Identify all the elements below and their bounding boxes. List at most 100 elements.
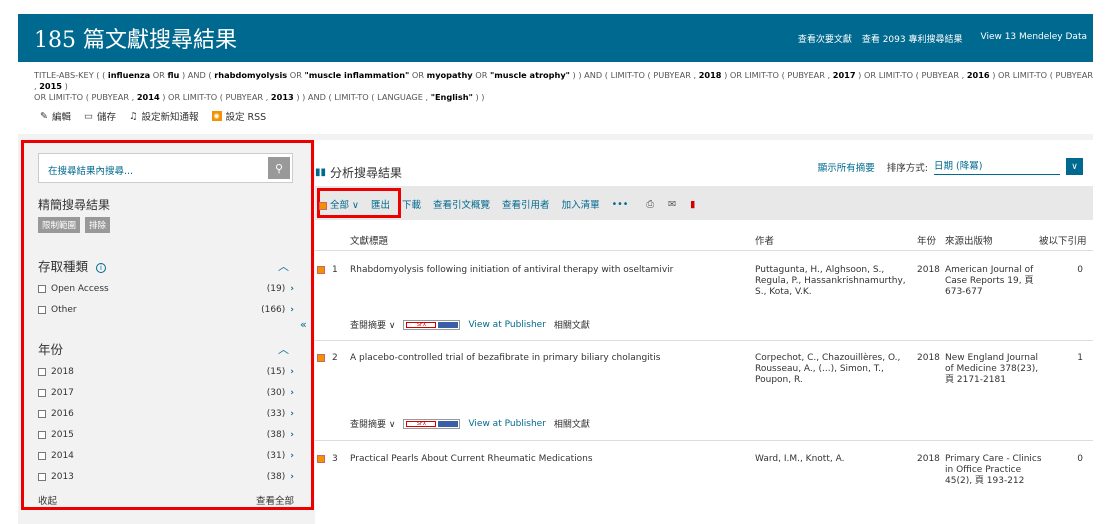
results-panel: ▮▮ 分析搜尋結果 顯示所有摘要 排序方式: 日期 (降冪) ∨ 全部 ∨ 匯出 … <box>315 140 1093 524</box>
result-source[interactable]: New England Journal of Medicine 378(23),… <box>945 353 1045 386</box>
year-heading[interactable]: 年份 <box>38 339 63 358</box>
download-button[interactable]: 下載 <box>402 197 421 211</box>
checkbox[interactable] <box>38 284 46 293</box>
checkbox[interactable] <box>38 451 46 460</box>
checkbox[interactable] <box>317 266 325 274</box>
refine-sidebar: 在搜尋結果內搜尋... ⚲ 精簡搜尋結果 限制範圍 排除 存取種類 i ︿ Ope… <box>21 140 314 510</box>
facet-year-2017[interactable]: 2017 (30) › <box>38 388 294 398</box>
checkbox[interactable] <box>38 409 46 418</box>
checkbox-icon <box>319 201 327 210</box>
chevron-up-icon[interactable]: ︿ <box>278 341 289 357</box>
save-search-button[interactable]: ▭ 儲存 <box>84 109 116 124</box>
facet-year-2018[interactable]: 2018 (15) › <box>38 367 294 377</box>
result-authors[interactable]: Corpechot, C., Chazouillères, O., Rousse… <box>755 353 915 386</box>
chevron-right-icon[interactable]: › <box>290 430 294 440</box>
chevron-right-icon[interactable]: › <box>290 472 294 482</box>
patent-results-link[interactable]: 查看 2093 專利搜尋結果 <box>862 32 963 45</box>
checkbox[interactable] <box>38 472 46 481</box>
export-button[interactable]: 匯出 <box>371 197 390 211</box>
print-icon[interactable]: ⎙ <box>646 199 654 210</box>
select-all-dropdown[interactable]: 全部 ∨ <box>319 197 359 211</box>
search-query-string: TITLE-ABS-KEY ( ( influenza OR flu ) AND… <box>34 70 1094 103</box>
chevron-right-icon[interactable]: › <box>290 451 294 461</box>
query-fragment: 2014 <box>136 92 160 102</box>
checkbox[interactable] <box>38 367 46 376</box>
facet-year-2016[interactable]: 2016 (33) › <box>38 409 294 419</box>
view-abstract-link[interactable]: 查閱摘要 ∨ <box>350 318 395 331</box>
search-actions: ✎ 編輯 ▭ 儲存 ♫ 設定新知通報 ◉ 設定 RSS <box>40 109 266 124</box>
more-options-button[interactable]: ••• <box>612 199 629 210</box>
facet-other[interactable]: Other (166) › <box>38 305 294 315</box>
secondary-docs-link[interactable]: 查看次要文獻 <box>798 32 852 45</box>
facet-year-2015[interactable]: 2015 (38) › <box>38 430 294 440</box>
show-all-abstracts-link[interactable]: 顯示所有摘要 <box>818 160 875 174</box>
sfx-button[interactable]: SFX <box>403 319 461 330</box>
view-at-publisher-link[interactable]: View at Publisher <box>468 419 545 429</box>
cited-by-button[interactable]: 查看引用者 <box>502 197 550 211</box>
search-within-placeholder: 在搜尋結果內搜尋... <box>48 166 134 177</box>
collapse-link[interactable]: 收起 <box>38 493 57 507</box>
mendeley-data-link[interactable]: View 13 Mendeley Data <box>980 32 1087 45</box>
divider <box>315 250 1093 251</box>
info-icon[interactable]: i <box>96 262 107 273</box>
result-authors[interactable]: Ward, I.M., Knott, A. <box>755 454 915 465</box>
facet-year-2013[interactable]: 2013 (38) › <box>38 472 294 482</box>
result-cited: 1 <box>1077 353 1083 363</box>
result-cited: 0 <box>1077 265 1083 275</box>
col-authors[interactable]: 作者 <box>755 233 774 247</box>
chevron-right-icon[interactable]: › <box>290 409 294 419</box>
result-authors[interactable]: Puttagunta, H., Alghsoon, S., Regula, P.… <box>755 265 915 298</box>
facet-open-access[interactable]: Open Access (19) › <box>38 284 294 294</box>
query-fragment: "English" <box>430 92 473 102</box>
query-fragment: ) ) <box>472 92 485 102</box>
sort-select[interactable]: 日期 (降冪) <box>934 158 1060 175</box>
chevron-down-icon[interactable]: ∨ <box>1066 158 1083 175</box>
checkbox[interactable] <box>38 305 46 314</box>
query-fragment: flu <box>167 70 180 80</box>
related-docs-link[interactable]: 相關文獻 <box>554 417 590 430</box>
result-source[interactable]: American Journal of Case Reports 19, 頁 6… <box>945 265 1045 298</box>
refine-buttons: 限制範圍 排除 <box>38 217 111 233</box>
analyze-results-link[interactable]: ▮▮ 分析搜尋結果 <box>315 164 402 181</box>
pdf-icon[interactable]: ▮ <box>690 199 695 210</box>
col-source[interactable]: 來源出版物 <box>945 233 993 247</box>
search-within-input[interactable]: 在搜尋結果內搜尋... ⚲ <box>38 153 293 183</box>
chevron-right-icon[interactable]: › <box>290 305 294 315</box>
sfx-button[interactable]: SFX <box>403 418 461 429</box>
checkbox[interactable] <box>317 455 325 463</box>
view-all-link[interactable]: 查看全部 <box>256 493 294 507</box>
citation-overview-button[interactable]: 查看引文概覽 <box>433 197 490 211</box>
limit-to-button[interactable]: 限制範圍 <box>38 217 81 233</box>
result-title[interactable]: Practical Pearls About Current Rheumatic… <box>350 454 593 464</box>
checkbox[interactable] <box>38 388 46 397</box>
query-fragment: ) ) AND ( LIMIT-TO ( LANGUAGE , <box>293 92 431 102</box>
chevron-right-icon[interactable]: › <box>290 388 294 398</box>
set-alert-button[interactable]: ♫ 設定新知通報 <box>129 109 199 124</box>
access-type-heading[interactable]: 存取種類 i <box>38 256 107 275</box>
exclude-button[interactable]: 排除 <box>85 217 111 233</box>
set-rss-button[interactable]: ◉ 設定 RSS <box>211 109 266 123</box>
col-year[interactable]: 年份 <box>917 233 936 247</box>
email-icon[interactable]: ✉ <box>668 199 676 210</box>
search-icon[interactable]: ⚲ <box>268 157 290 179</box>
result-source[interactable]: Primary Care - Clinics in Office Practic… <box>945 454 1045 487</box>
query-fragment: ) ) AND ( LIMIT-TO ( PUBYEAR , <box>569 70 699 80</box>
add-to-list-button[interactable]: 加入清單 <box>562 197 600 211</box>
edit-search-button[interactable]: ✎ 編輯 <box>40 109 71 124</box>
checkbox[interactable] <box>317 354 325 362</box>
chevron-right-icon[interactable]: › <box>290 284 294 294</box>
result-title[interactable]: A placebo-controlled trial of bezafibrat… <box>350 353 660 363</box>
col-cited[interactable]: 被以下引用 <box>1039 233 1087 247</box>
result-title[interactable]: Rhabdomyolysis following initiation of a… <box>350 265 673 275</box>
related-docs-link[interactable]: 相關文獻 <box>554 318 590 331</box>
chevron-right-icon[interactable]: › <box>290 367 294 377</box>
view-abstract-link[interactable]: 查閱摘要 ∨ <box>350 417 395 430</box>
col-title[interactable]: 文獻標題 <box>350 233 388 247</box>
facet-year-2014[interactable]: 2014 (31) › <box>38 451 294 461</box>
query-fragment: OR <box>287 70 305 80</box>
checkbox[interactable] <box>38 430 46 439</box>
query-fragment: 2015 <box>39 81 63 91</box>
double-chevron-left-icon[interactable]: « <box>300 318 307 331</box>
chevron-up-icon[interactable]: ︿ <box>278 258 289 274</box>
view-at-publisher-link[interactable]: View at Publisher <box>468 320 545 330</box>
